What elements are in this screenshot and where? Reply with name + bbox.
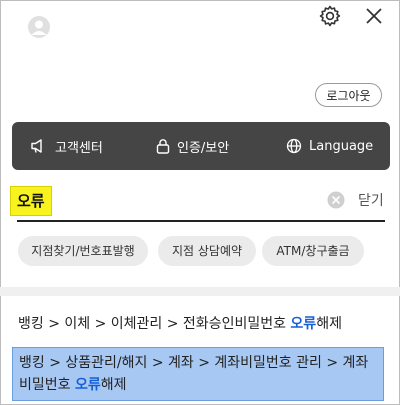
menu-bar: 고객센터 인증/보안 Language [12,122,390,170]
lock-icon [156,139,170,154]
search-input[interactable]: 오류 [10,186,52,216]
result-highlight: 오류 [290,316,317,332]
menu-item-label: Language [309,138,374,154]
globe-icon [286,138,302,154]
result-highlight: 오류 [74,377,101,393]
close-icon[interactable] [364,6,384,26]
search-result-item-selected[interactable]: 뱅킹 > 상품관리/해지 > 계좌 > 계좌비밀번호 관리 > 계좌비밀번호 오… [12,347,384,401]
section-divider [0,287,400,296]
result-suffix: 해제 [100,377,127,393]
search-underline [17,220,385,222]
menu-item-label: 인증/보안 [177,140,230,156]
result-suffix: 해제 [316,316,342,332]
gear-icon[interactable] [318,4,342,28]
menu-item-label: 고객센터 [55,140,103,156]
chip-atm-withdrawal[interactable]: ATM/창구출금 [262,236,364,266]
result-path: 뱅킹 > 이체 > 이체관리 > 전화승인비밀번호 [18,316,291,332]
close-search-button[interactable]: 닫기 [358,190,384,210]
chip-branch-consult[interactable]: 지점 상담예약 [158,236,256,266]
result-path: 뱅킹 > 상품관리/해지 > 계좌 > 계좌비밀번호 관리 > 계좌비밀번호 [19,355,369,393]
user-avatar-icon[interactable] [28,16,50,38]
search-result-item[interactable]: 뱅킹 > 이체 > 이체관리 > 전화승인비밀번호 오류해제 [18,313,342,333]
menu-item-customer-center[interactable]: 고객센터 [30,137,103,156]
chip-branch-finder[interactable]: 지점찾기/번호표발행 [18,236,148,266]
menu-item-language[interactable]: Language [286,138,373,154]
clear-icon[interactable] [327,191,345,209]
menu-item-security[interactable]: 인증/보안 [156,137,229,156]
megaphone-icon [31,139,42,153]
logout-button[interactable]: 로그아웃 [315,83,382,107]
